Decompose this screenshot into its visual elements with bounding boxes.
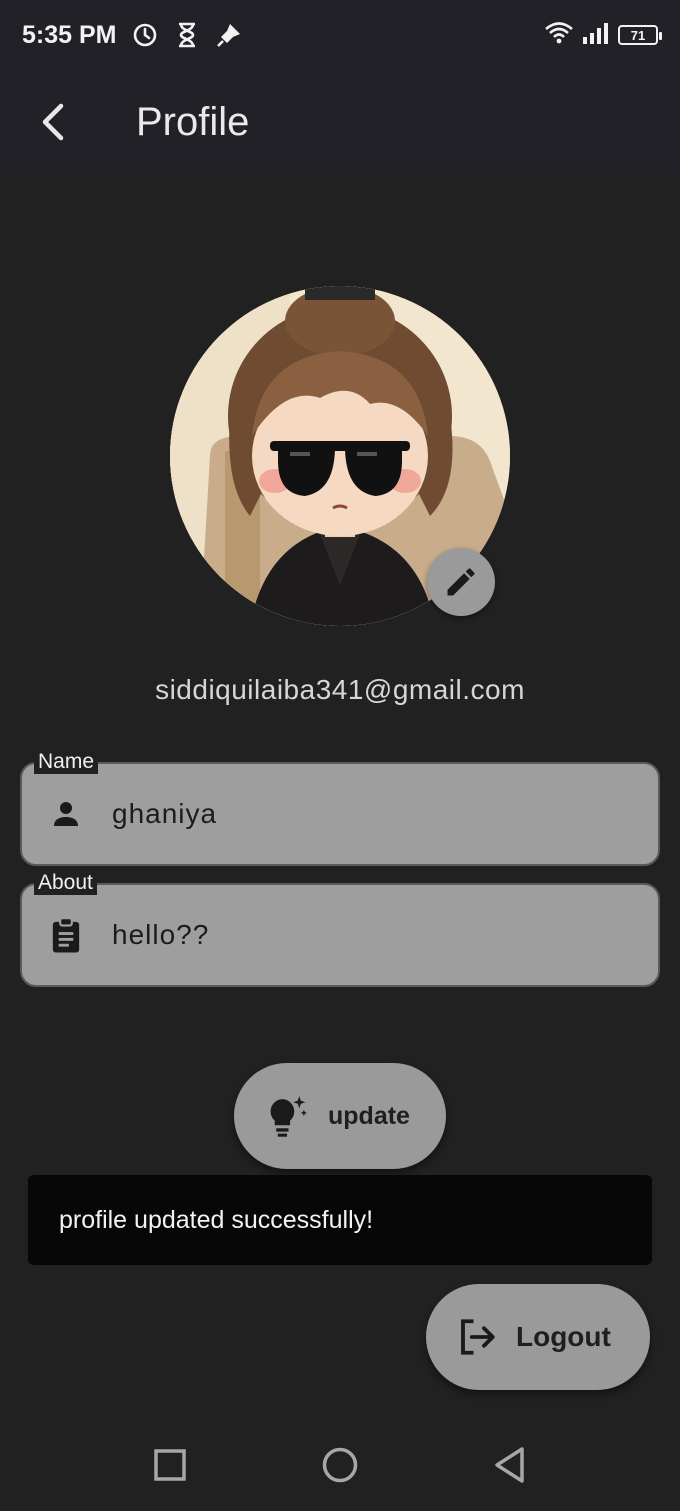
recents-button[interactable] <box>145 1440 195 1490</box>
snackbar: profile updated successfully! <box>28 1175 652 1265</box>
about-input[interactable] <box>112 905 658 965</box>
status-time: 5:35 PM <box>22 20 117 49</box>
back-button[interactable] <box>14 82 94 162</box>
about-label: About <box>34 871 97 895</box>
alarm-icon <box>130 20 160 50</box>
logout-button[interactable]: Logout <box>426 1284 650 1390</box>
hourglass-icon <box>172 20 202 50</box>
person-icon <box>46 794 86 834</box>
nav-back-button[interactable] <box>485 1440 535 1490</box>
system-nav-bar <box>0 1422 680 1511</box>
name-input[interactable] <box>112 784 658 844</box>
logout-icon <box>461 1319 495 1355</box>
avatar-container <box>170 286 510 626</box>
signal-icon <box>582 21 610 50</box>
recents-icon <box>154 1449 186 1481</box>
battery-indicator: 71 <box>618 25 662 45</box>
chevron-left-icon <box>42 103 64 141</box>
update-label: update <box>328 1101 410 1130</box>
pencil-icon <box>447 568 475 596</box>
clipboard-icon <box>46 915 86 955</box>
back-triangle-icon <box>495 1447 524 1483</box>
update-button[interactable]: update <box>234 1063 446 1169</box>
status-right: 71 <box>544 21 662 50</box>
logout-label: Logout <box>516 1321 611 1352</box>
about-field[interactable] <box>20 883 660 987</box>
status-bar: 5:35 PM 71 <box>0 0 680 70</box>
home-button[interactable] <box>315 1440 365 1490</box>
pin-icon <box>214 20 244 50</box>
lightbulb-sparkle-icon <box>270 1096 307 1137</box>
wifi-icon <box>544 21 574 50</box>
profile-email: siddiquilaiba341@gmail.com <box>155 674 525 705</box>
profile-screen: 5:35 PM 71 Profile siddiquilaiba341@gmai… <box>0 0 680 1511</box>
home-icon <box>322 1447 358 1483</box>
snackbar-text: profile updated successfully! <box>59 1205 374 1234</box>
name-label: Name <box>34 750 99 774</box>
edit-avatar-button[interactable] <box>427 548 495 616</box>
page-title: Profile <box>136 99 250 144</box>
app-bar: Profile <box>0 70 680 174</box>
name-field[interactable] <box>20 762 660 866</box>
